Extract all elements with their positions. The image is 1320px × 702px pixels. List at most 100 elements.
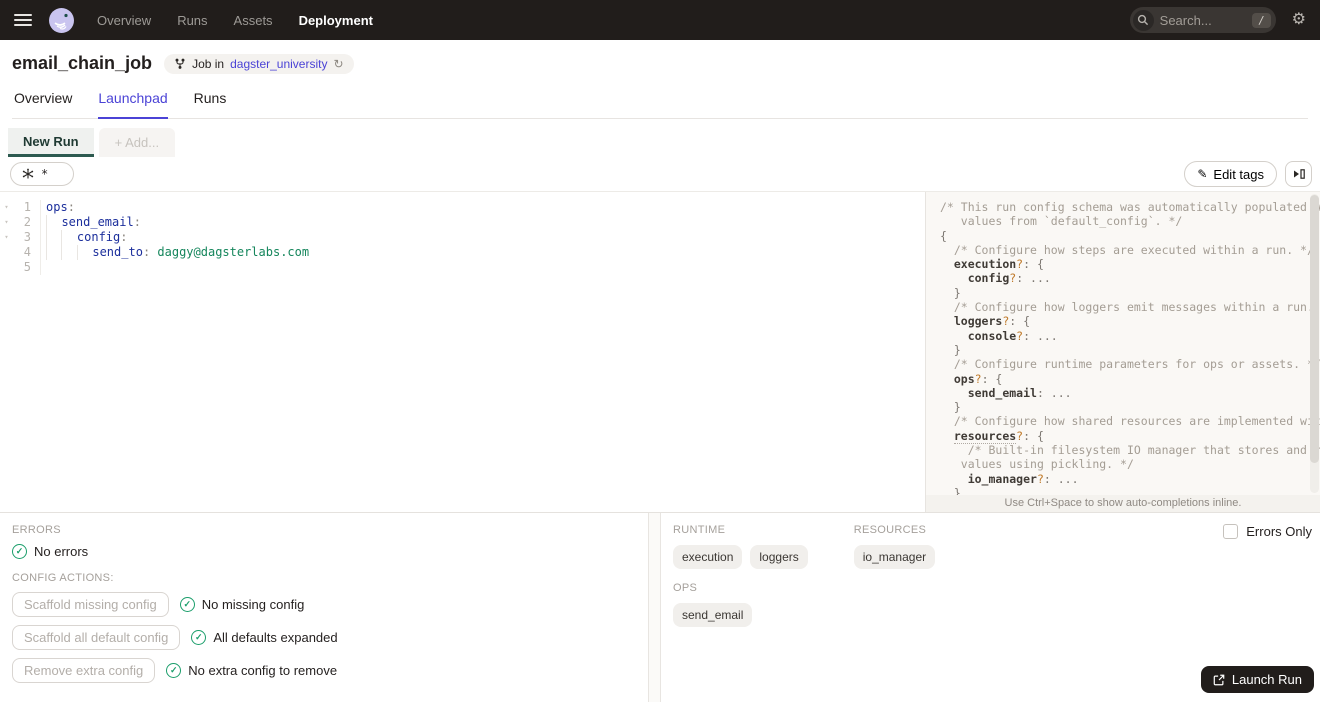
editor-line[interactable]: ▾ 3 config:	[0, 230, 925, 245]
config-section-tag[interactable]: execution	[673, 545, 743, 569]
config-actions-label: CONFIG ACTIONS:	[12, 572, 114, 584]
launch-run-button[interactable]: Launch Run	[1200, 666, 1314, 693]
search-input[interactable]: Search... /	[1129, 7, 1276, 33]
schema-line: values from `default_config`. */	[940, 214, 1183, 229]
editor-line[interactable]: 5	[0, 260, 925, 275]
errors-only-label: Errors Only	[1246, 524, 1312, 539]
repo-link[interactable]: dagster_university	[230, 57, 327, 71]
line-number: 2	[23, 215, 31, 229]
editor-code: ops:	[40, 200, 925, 215]
errors-label: ERRORS	[12, 524, 61, 536]
top-nav-items: Overview Runs Assets Deployment	[97, 13, 373, 28]
resources-label: RESOURCES	[853, 524, 927, 536]
editor-code: config:	[40, 230, 925, 245]
fold-gutter-icon	[0, 245, 13, 260]
edit-tags-label: Edit tags	[1213, 166, 1264, 182]
editor-code: send_email:	[40, 215, 925, 230]
schema-line: }	[953, 342, 961, 357]
line-number: 5	[23, 260, 31, 274]
nav-item-assets[interactable]: Assets	[234, 13, 273, 28]
line-number: 1	[23, 200, 31, 214]
editor-code: send_to: daggy@dagsterlabs.com	[40, 245, 925, 260]
pencil-icon: ✎	[1197, 167, 1208, 181]
nav-item-overview[interactable]: Overview	[97, 13, 151, 28]
refresh-icon[interactable]: ↻	[333, 57, 343, 71]
schema-line: {	[940, 228, 947, 243]
settings-gear-icon[interactable]: ⚙	[1292, 12, 1306, 28]
schema-line: /* Configure how steps are executed with…	[953, 242, 1314, 257]
search-placeholder: Search...	[1159, 12, 1212, 28]
job-location-badge: Job in dagster_university ↻	[164, 53, 354, 74]
config-action-row: Scaffold missing config ✓ No missing confi…	[12, 592, 636, 617]
page-title: email_chain_job	[12, 53, 153, 73]
edit-tags-button[interactable]: ✎ Edit tags	[1184, 161, 1277, 187]
runtime-group: RUNTIME execution loggers	[673, 524, 808, 569]
tab-launchpad[interactable]: Launchpad	[98, 90, 168, 119]
tab-runs[interactable]: Runs	[194, 90, 227, 118]
errors-only-checkbox[interactable]	[1223, 524, 1239, 539]
schema-line: }	[953, 285, 961, 300]
config-action-button[interactable]: Scaffold missing config	[12, 592, 169, 617]
config-actions: Scaffold missing config ✓ No missing confi…	[12, 592, 636, 683]
editor-line[interactable]: ▾ 2 send_email:	[0, 215, 925, 230]
op-selector-input[interactable]: *	[10, 162, 74, 186]
schema-line: /* Built-in filesystem IO manager that s…	[967, 443, 1320, 458]
job-fork-icon	[175, 58, 185, 69]
config-action-button[interactable]: Scaffold all default config	[12, 625, 181, 650]
editor-code	[40, 260, 925, 275]
op-graph-icon	[22, 168, 34, 179]
schema-line: /* This run config schema was automatica…	[940, 200, 1320, 214]
tab-overview[interactable]: Overview	[14, 90, 72, 118]
config-action-status: ✓ All defaults expanded	[191, 630, 338, 645]
config-action-status: ✓ No extra config to remove	[166, 663, 337, 678]
schema-line: /* Configure runtime parameters for ops …	[953, 357, 1320, 372]
toggle-schema-panel-button[interactable]	[1285, 161, 1312, 187]
schema-line: loggers?: {	[953, 314, 1031, 329]
editor-line[interactable]: 4 send_to: daggy@dagsterlabs.com	[0, 245, 925, 260]
ops-label: OPS	[673, 582, 698, 594]
hamburger-menu-icon[interactable]	[14, 14, 32, 26]
check-circle-icon: ✓	[166, 663, 182, 678]
config-editor[interactable]: ▾ 1 ops: ▾ 2 send_email: ▾ 3 config: 4 send_to:…	[0, 192, 925, 512]
ops-group: OPS send_email	[673, 582, 1308, 627]
config-action-button[interactable]: Remove extra config	[12, 658, 156, 683]
fold-gutter-icon[interactable]: ▾	[0, 215, 13, 230]
nav-item-runs[interactable]: Runs	[177, 13, 207, 28]
runtime-label: RUNTIME	[673, 524, 726, 536]
launch-icon	[1213, 674, 1225, 685]
check-circle-icon: ✓	[191, 630, 207, 645]
config-section-tag[interactable]: loggers	[750, 545, 808, 569]
job-badge-prefix: Job in	[192, 56, 225, 71]
op-selector-value: *	[41, 167, 49, 181]
config-sections-panel: RUNTIME execution loggers RESOURCES io_ma…	[661, 513, 1320, 702]
editor-split: ▾ 1 ops: ▾ 2 send_email: ▾ 3 config: 4 send_to:…	[0, 191, 1320, 512]
schema-line: execution?: {	[953, 257, 1044, 272]
schema-line: /* Configure how shared resources are im…	[953, 414, 1320, 429]
add-run-config-tab[interactable]: + Add...	[98, 128, 176, 157]
config-action-row: Remove extra config ✓ No extra config to r…	[12, 658, 636, 683]
check-circle-icon: ✓	[12, 544, 27, 559]
search-icon	[1132, 9, 1154, 31]
config-action-status-text: No extra config to remove	[188, 663, 338, 678]
nav-item-deployment[interactable]: Deployment	[299, 13, 373, 28]
schema-line: /* Configure how loggers emit messages w…	[953, 300, 1320, 315]
errors-and-actions-panel: ERRORS ✓ No errors CONFIG ACTIONS: Scaff…	[0, 513, 648, 702]
autocomplete-hint: Use Ctrl+Space to show auto-completions …	[926, 495, 1320, 512]
launch-run-label: Launch Run	[1231, 672, 1302, 687]
tab-new-run[interactable]: New Run	[8, 128, 94, 157]
bottom-panel: ERRORS ✓ No errors CONFIG ACTIONS: Scaff…	[0, 512, 1320, 702]
dagster-app: Overview Runs Assets Deployment Search... /…	[0, 0, 1320, 702]
check-circle-icon: ✓	[179, 597, 195, 612]
top-nav: Overview Runs Assets Deployment Search... /…	[0, 0, 1320, 40]
config-action-row: Scaffold all default config ✓ All defaults…	[12, 625, 636, 650]
config-section-tag[interactable]: send_email	[673, 603, 753, 627]
editor-line[interactable]: ▾ 1 ops:	[0, 200, 925, 215]
dagster-logo[interactable]	[48, 7, 75, 34]
schema-line: ops?: {	[953, 371, 1003, 386]
schema-scrollbar-thumb[interactable]	[1310, 195, 1319, 463]
config-section-tag[interactable]: io_manager	[853, 545, 936, 569]
fold-gutter-icon[interactable]: ▾	[0, 230, 13, 245]
panel-divider	[648, 513, 661, 702]
panel-toggle-icon	[1293, 169, 1305, 179]
fold-gutter-icon[interactable]: ▾	[0, 200, 13, 215]
